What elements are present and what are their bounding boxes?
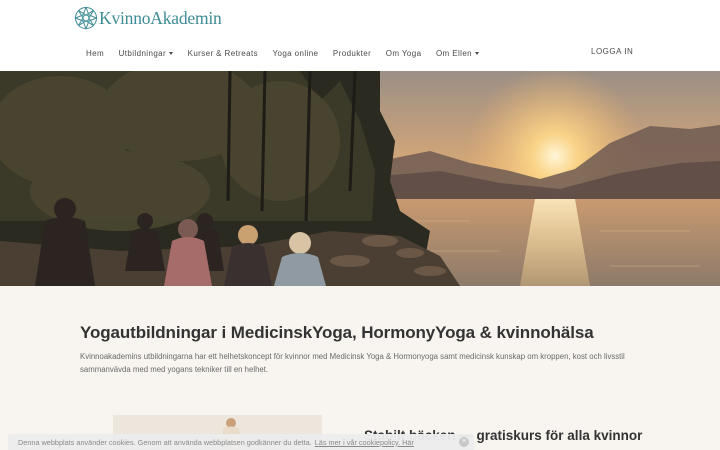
logo[interactable]: KvinnoAkademin — [74, 6, 222, 30]
main-navigation: Hem Utbildningar Kurser & Retreats Yoga onl… — [86, 47, 494, 59]
caret-down-icon — [169, 51, 174, 55]
nav-item-label: Utbildningar — [118, 48, 167, 58]
nav-item-utbildningar[interactable]: Utbildningar — [119, 49, 174, 58]
nav-item-hem[interactable]: Hem — [86, 49, 104, 58]
nav-item-yoga-online[interactable]: Yoga online — [272, 49, 318, 58]
intro-section: Yogautbildningar i MedicinskYoga, Hormon… — [0, 286, 720, 450]
logo-text: KvinnoAkademin — [99, 7, 222, 28]
cookie-text: Denna webbplats använder cookies. Genom … — [18, 437, 414, 447]
cookie-banner: Denna webbplats använder cookies. Genom … — [8, 434, 474, 450]
nav-item-label: Produkter — [332, 48, 372, 58]
hero-image — [0, 71, 720, 286]
women-meditating-by-lake-at-sunset — [0, 71, 720, 286]
caret-down-icon — [475, 51, 480, 55]
nav-item-label: Yoga online — [272, 48, 319, 58]
close-icon[interactable]: × — [459, 437, 469, 447]
site-header: KvinnoAkademin Hem Utbildningar Kurser & R… — [0, 0, 720, 72]
nav-item-label: Om Ellen — [435, 48, 473, 58]
nav-item-label: Om Yoga — [385, 48, 422, 58]
nav-item-produkter[interactable]: Produkter — [333, 49, 371, 58]
intro-text: Kvinnoakademins utbildningarna har ett h… — [80, 352, 625, 374]
login-link[interactable]: LOGGA IN — [591, 47, 633, 56]
cookie-policy-link[interactable]: Läs mer i vår cookiepolicy. Här — [315, 438, 414, 447]
nav-item-label: Kurser & Retreats — [187, 48, 258, 58]
nav-item-om-ellen[interactable]: Om Ellen — [435, 48, 480, 58]
nav-item-label: Hem — [86, 48, 105, 58]
nav-item-om-yoga[interactable]: Om Yoga — [386, 49, 422, 58]
page-headline: Yogautbildningar i MedicinskYoga, Hormon… — [80, 323, 594, 342]
nav-item-kurser-retreats[interactable]: Kurser & Retreats — [188, 49, 258, 58]
lotus-mandala-icon — [74, 6, 98, 30]
